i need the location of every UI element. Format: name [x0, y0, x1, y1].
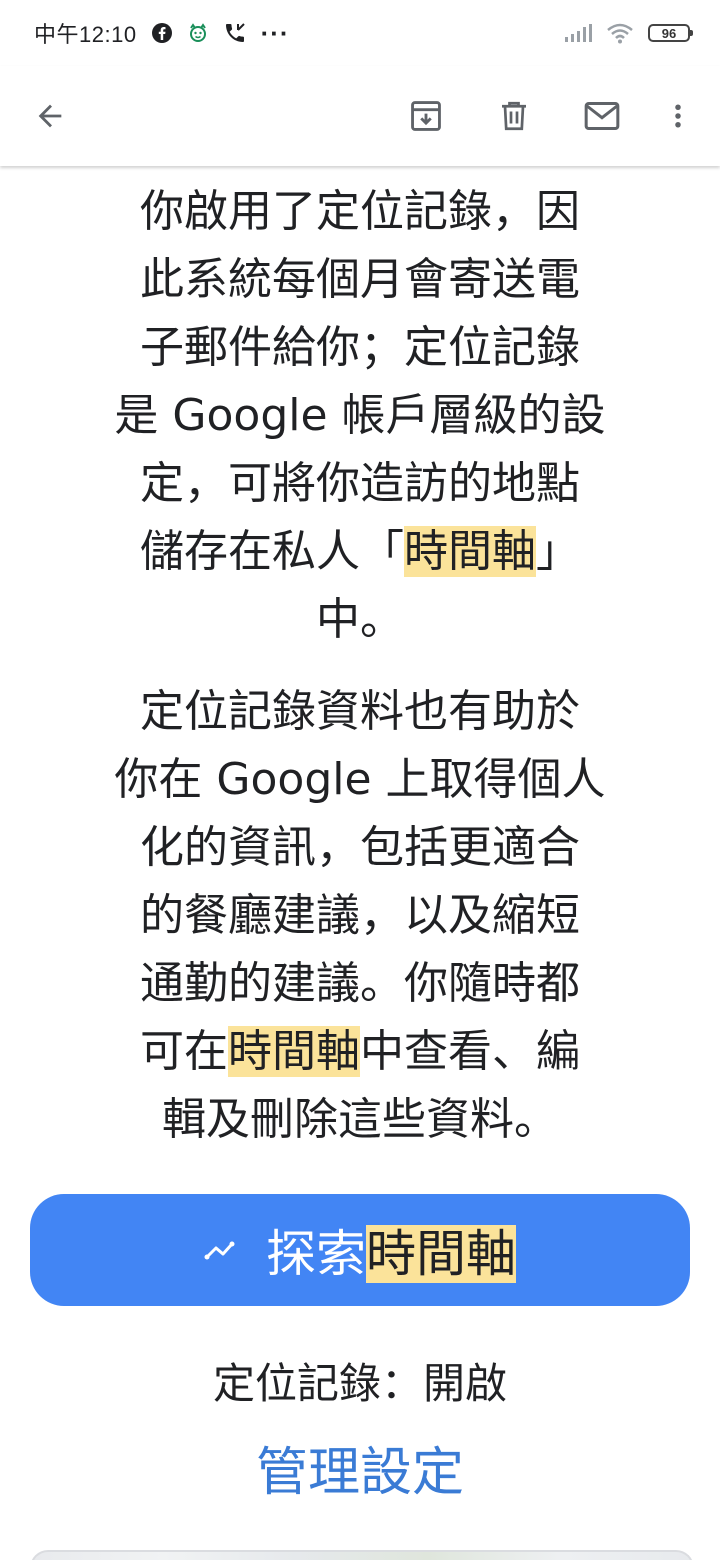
paragraph-line: 此系統每個月會寄送電	[140, 254, 580, 305]
highlighted-term: 時間軸	[228, 1026, 360, 1077]
status-right: 96	[564, 22, 693, 44]
status-more-indicator: ···	[260, 17, 290, 48]
mail-icon	[584, 102, 620, 130]
email-toolbar	[0, 66, 720, 166]
paragraph-line: 的餐廳建議，以及縮短	[140, 890, 580, 941]
wifi-icon	[606, 22, 634, 44]
trash-icon	[502, 101, 526, 131]
status-bar: 中午12:10 ··· 96	[0, 0, 720, 66]
paragraph-line: 通勤的建議。你隨時都	[140, 958, 580, 1009]
explore-timeline-button[interactable]: 探索時間軸	[30, 1194, 690, 1306]
archive-button[interactable]	[400, 90, 452, 142]
paragraph-line: 化的資訊，包括更適合	[140, 822, 580, 873]
paragraph-line: 你在 Google 上取得個人	[114, 754, 606, 805]
email-paragraph-personalization: 定位記錄資料也有助於 你在 Google 上取得個人 化的資訊，包括更適合 的餐…	[110, 678, 610, 1154]
text-segment: 」	[536, 526, 580, 577]
phone-call-icon	[223, 21, 247, 45]
status-left: 中午12:10 ···	[34, 17, 290, 49]
cat-icon	[187, 22, 209, 44]
cta-prefix: 探索	[266, 1225, 366, 1283]
more-vert-icon	[675, 104, 681, 128]
text-segment: 中查看、編	[360, 1026, 580, 1077]
highlighted-term: 時間軸	[366, 1225, 516, 1283]
paragraph-line: 輯及刪除這些資料。	[162, 1094, 558, 1145]
paragraph-line: 子郵件給你；定位記錄	[140, 322, 580, 373]
paragraph-line: 定位記錄資料也有助於	[140, 686, 580, 737]
archive-icon	[411, 101, 441, 131]
timeline-icon	[204, 1241, 235, 1260]
paragraph-line: 你啟用了定位記錄，因	[140, 186, 580, 237]
status-time: 中午12:10	[34, 22, 137, 47]
email-paragraph-location-history: 你啟用了定位記錄，因 此系統每個月會寄送電 子郵件給你；定位記錄 是 Googl…	[110, 178, 610, 654]
battery-indicator: 96	[648, 24, 693, 42]
text-segment: 可在	[140, 1026, 228, 1077]
paragraph-line: 可在時間軸中查看、編	[110, 1018, 610, 1086]
location-history-status: 定位記錄：開啟	[212, 1359, 507, 1408]
paragraph-line: 儲存在私人「時間軸」	[110, 518, 610, 586]
manage-settings-link[interactable]: 管理設定	[0, 1430, 720, 1505]
mark-unread-button[interactable]	[576, 90, 628, 142]
back-button[interactable]	[24, 90, 76, 142]
paragraph-line: 是 Google 帳戶層級的設	[114, 390, 606, 441]
paragraph-line: 定，可將你造訪的地點	[140, 458, 580, 509]
signal-icon	[564, 23, 592, 43]
highlighted-term: 時間軸	[404, 526, 536, 577]
paragraph-line: 中。	[316, 594, 404, 645]
text-segment: 儲存在私人「	[140, 526, 404, 577]
explore-timeline-label: 探索時間軸	[266, 1214, 516, 1286]
more-options-button[interactable]	[652, 90, 704, 142]
delete-button[interactable]	[488, 90, 540, 142]
facebook-icon	[151, 22, 173, 44]
map-preview-image[interactable]	[30, 1550, 694, 1560]
arrow-back-icon	[38, 104, 62, 128]
email-body: 你啟用了定位記錄，因 此系統每個月會寄送電 子郵件給你；定位記錄 是 Googl…	[0, 166, 720, 1560]
